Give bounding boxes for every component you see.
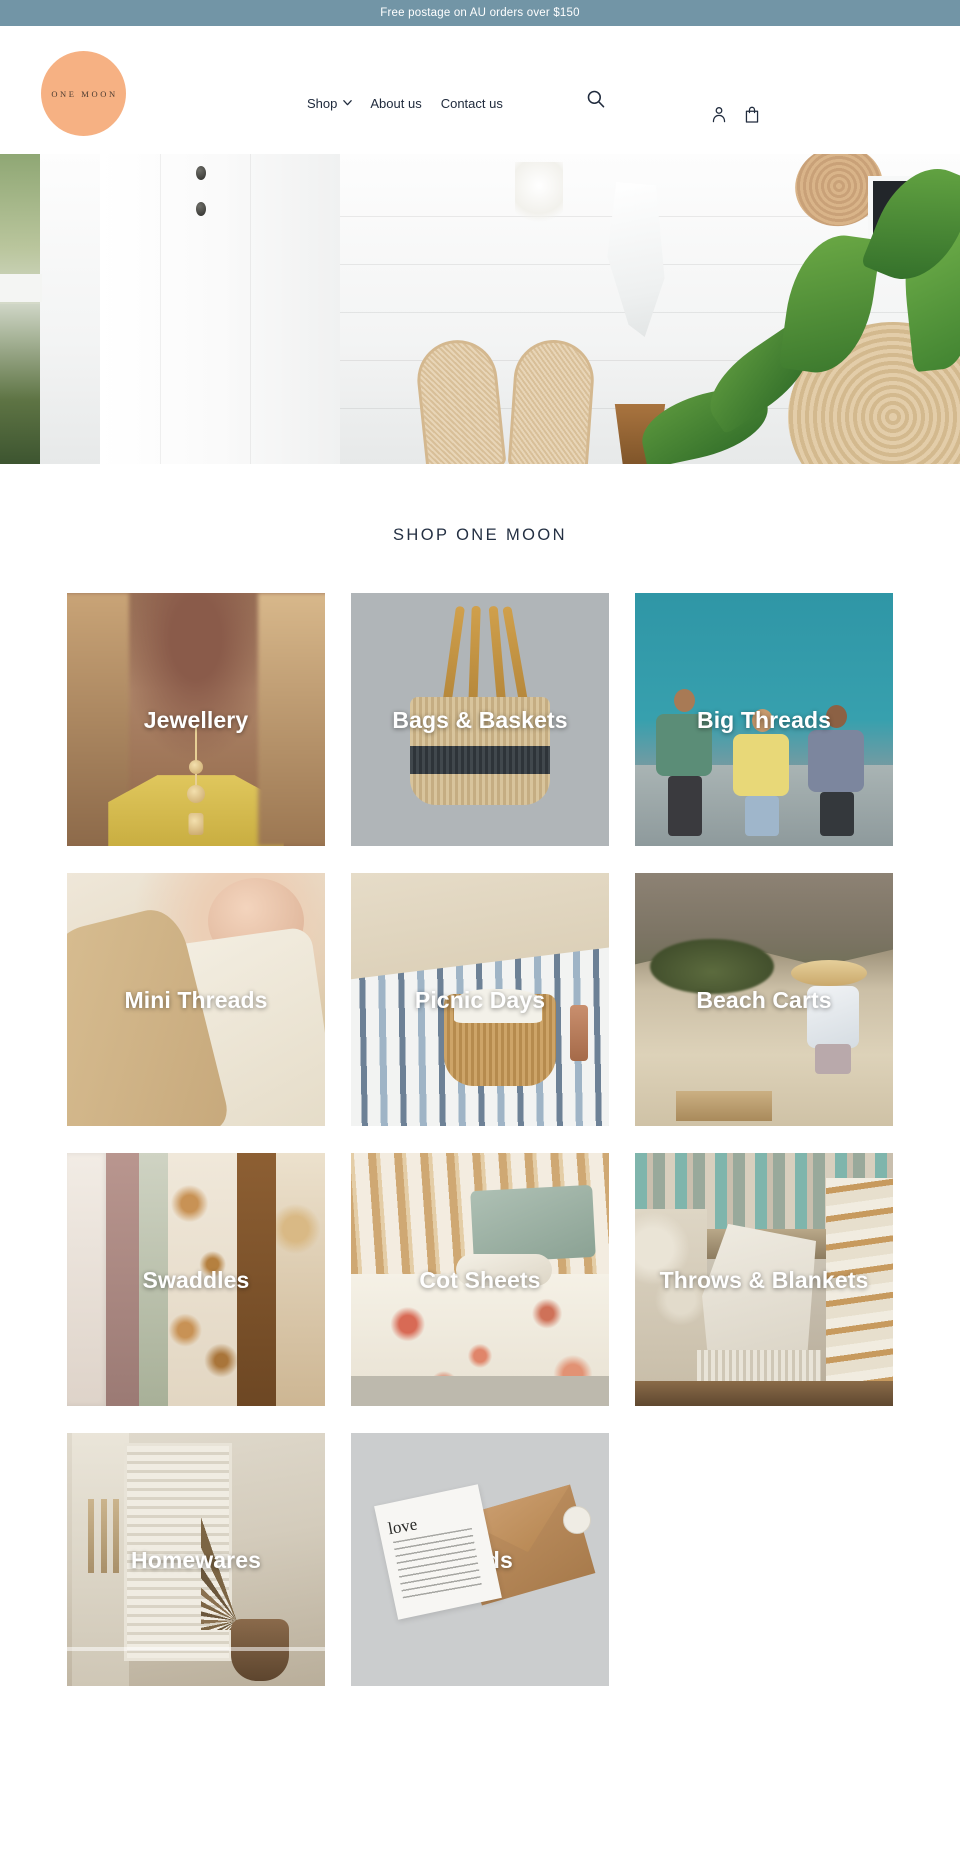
collection-tile-label: Jewellery xyxy=(143,706,249,733)
collection-tile-label: Cot Sheets xyxy=(419,1266,541,1293)
collection-tile-throws-and-blankets[interactable]: Throws & Blankets xyxy=(635,1153,893,1406)
jewellery-pendant xyxy=(189,759,203,774)
hero-image xyxy=(0,154,960,464)
sun-hat xyxy=(790,960,867,987)
collection-tile-label: Swaddles xyxy=(142,1266,250,1293)
card-word: love xyxy=(386,1514,419,1538)
site-header: ONE MOON Shop About us Contact us xyxy=(0,26,960,154)
page-title: SHOP ONE MOON xyxy=(393,526,567,544)
hero-door xyxy=(100,154,340,464)
nav-item-contact-us-label: Contact us xyxy=(440,96,503,111)
collection-tile-label: Big Threads xyxy=(696,706,831,733)
tshirt xyxy=(807,729,864,792)
nav-item-contact-us[interactable]: Contact us xyxy=(441,96,503,111)
collection-tile-label: Homewares xyxy=(130,1546,262,1573)
basket-handle xyxy=(442,605,466,707)
logo-circle: ONE MOON xyxy=(41,51,126,136)
hero-garden-plants xyxy=(0,304,40,464)
collection-tile-bags-and-baskets[interactable]: Bags & Baskets xyxy=(351,593,609,846)
hero-railing xyxy=(0,274,42,302)
jewellery-pendant xyxy=(187,785,205,804)
basket-handle xyxy=(502,605,529,707)
hero-wreath xyxy=(515,162,563,230)
shorts xyxy=(814,1044,851,1075)
chevron-down-icon xyxy=(342,97,353,106)
wooden-floor xyxy=(635,1380,893,1406)
collection-tile-label: Mini Threads xyxy=(124,986,268,1013)
basket-handle xyxy=(467,605,481,707)
hero-banner[interactable] xyxy=(0,154,960,464)
collection-tile-cards[interactable]: love Cards xyxy=(351,1433,609,1686)
shorts xyxy=(745,795,780,836)
hero-door-handle xyxy=(196,202,206,216)
main-navigation: Shop About us Contact us xyxy=(307,96,503,111)
counter-edge xyxy=(67,1646,325,1651)
account-icon xyxy=(712,107,726,123)
announcement-text: Free postage on AU orders over $150 xyxy=(380,7,580,19)
logo-link[interactable]: ONE MOON xyxy=(41,51,126,136)
collection-tile-big-threads[interactable]: Big Threads xyxy=(635,593,893,846)
collection-tile-label: Beach Carts xyxy=(696,986,832,1013)
collection-tile-label: Bags & Baskets xyxy=(392,706,568,733)
search-icon xyxy=(587,90,605,108)
announcement-bar: Free postage on AU orders over $150 xyxy=(0,0,960,26)
collection-tile-cot-sheets[interactable]: Cot Sheets xyxy=(351,1153,609,1406)
floor xyxy=(351,1375,609,1406)
collection-grid: Jewellery Bags & Baskets Big Threads Min… xyxy=(67,593,893,1686)
search-button[interactable] xyxy=(585,88,607,110)
account-button[interactable] xyxy=(710,104,728,124)
dried-palm-frond xyxy=(201,1448,320,1631)
collection-tile-swaddles[interactable]: Swaddles xyxy=(67,1153,325,1406)
collection-tile-mini-threads[interactable]: Mini Threads xyxy=(67,873,325,1126)
collection-tile-beach-carts[interactable]: Beach Carts xyxy=(635,873,893,1126)
cart-button[interactable] xyxy=(743,104,761,124)
collection-tile-picnic-days[interactable]: Picnic Days xyxy=(351,873,609,1126)
beach-cart xyxy=(676,1090,773,1121)
nav-item-about-us[interactable]: About us xyxy=(370,96,421,111)
logo-text: ONE MOON xyxy=(51,88,118,99)
greeting-card: love xyxy=(373,1483,502,1620)
basket-stripe xyxy=(410,746,550,775)
collections-section: SHOP ONE MOON Jewellery Bags & Baskets B… xyxy=(0,464,960,1686)
envelope-seal-sticker xyxy=(562,1506,591,1535)
nav-item-shop[interactable]: Shop xyxy=(307,96,353,111)
pants xyxy=(667,775,702,836)
card-definition-text xyxy=(392,1527,483,1603)
tshirt xyxy=(733,733,790,796)
cart-icon xyxy=(745,106,759,123)
bottle xyxy=(570,1004,589,1061)
collection-tile-homewares[interactable]: Homewares xyxy=(67,1433,325,1686)
cushion xyxy=(469,1185,596,1264)
collection-tile-jewellery[interactable]: Jewellery xyxy=(67,593,325,846)
nav-item-about-us-label: About us xyxy=(370,96,422,111)
hero-door-knocker xyxy=(196,166,206,180)
jewellery-pendant xyxy=(188,813,204,836)
hero-rattan-chair xyxy=(507,337,597,464)
collection-tile-label: Throws & Blankets xyxy=(659,1266,869,1293)
shorts xyxy=(819,791,854,836)
collection-tile-label: Picnic Days xyxy=(414,986,546,1013)
nav-item-shop-label: Shop xyxy=(307,96,338,111)
